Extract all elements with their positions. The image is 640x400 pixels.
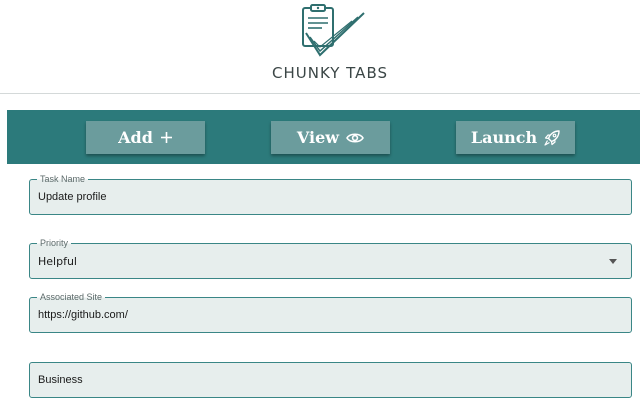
launch-button-label: Launch <box>470 128 538 147</box>
clipboard-check-icon <box>302 4 365 57</box>
caret-down-icon <box>609 259 617 264</box>
add-button[interactable]: Add <box>86 121 205 154</box>
action-toolbar: Add View Launch <box>7 110 640 164</box>
category-field <box>29 362 632 398</box>
associated-site-input[interactable] <box>38 298 618 332</box>
view-button-label: View <box>296 128 340 147</box>
chunky-tabs-page: CHUNKY TABS Add View Launch Task Name Up… <box>0 0 640 400</box>
priority-value: Helpful <box>38 255 77 268</box>
launch-button[interactable]: Launch <box>456 121 575 154</box>
view-button[interactable]: View <box>271 121 390 154</box>
task-name-field: Task Name <box>29 174 632 215</box>
associated-site-field: Associated Site <box>29 292 632 333</box>
app-title: CHUNKY TABS <box>272 64 388 82</box>
task-name-input[interactable] <box>38 180 618 214</box>
app-header: CHUNKY TABS <box>0 0 640 94</box>
category-input[interactable] <box>38 363 618 397</box>
plus-icon <box>160 132 172 143</box>
priority-select[interactable]: Priority Helpful <box>29 238 632 279</box>
rocket-icon <box>544 129 560 146</box>
eye-icon <box>346 132 365 143</box>
add-button-label: Add <box>118 128 153 147</box>
